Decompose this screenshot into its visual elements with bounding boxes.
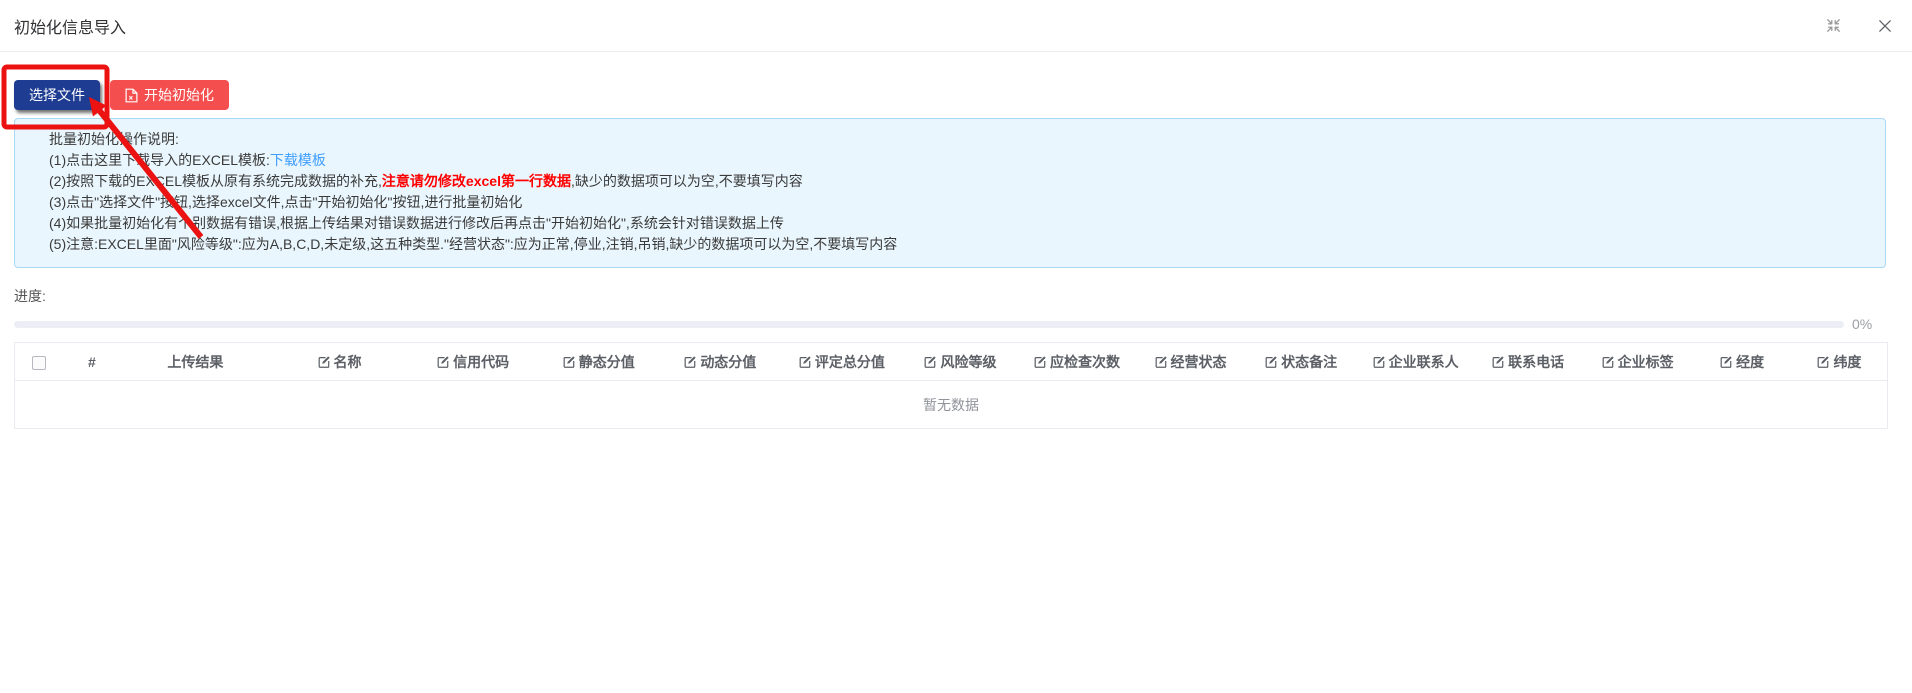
edit-icon xyxy=(1720,355,1732,368)
instruction-line-2: (2)按照下载的EXCEL模板从原有系统完成数据的补充,注意请勿修改excel第… xyxy=(49,173,803,189)
fullscreen-exit-icon[interactable] xyxy=(1824,17,1842,35)
instruction-line-1: (1)点击这里下载导入的EXCEL模板:下载模板 xyxy=(49,152,326,168)
column-label: 经度 xyxy=(1736,353,1765,370)
page-title: 初始化信息导入 xyxy=(14,19,127,37)
edit-icon xyxy=(318,355,330,368)
column-header-check-count: 应检查次数 xyxy=(1017,342,1136,381)
column-header-phone: 联系电话 xyxy=(1473,342,1582,381)
instruction-line-3: (3)点击"选择文件"按钮,选择excel文件,点击"开始初始化"按钮,进行批量… xyxy=(49,194,523,210)
start-init-label: 开始初始化 xyxy=(144,87,214,103)
instruction-line-5: (5)注意:EXCEL里面"风险等级":应为A,B,C,D,未定级,这五种类型.… xyxy=(49,236,898,252)
select-file-button[interactable]: 选择文件 xyxy=(14,80,100,110)
column-header-seq: # xyxy=(62,342,121,381)
column-header-business-status: 经营状态 xyxy=(1135,342,1245,381)
instruction-line-4: (4)如果批量初始化有个别数据有错误,根据上传结果对错误数据进行修改后再点击"开… xyxy=(49,215,784,231)
column-header-total-score: 评定总分值 xyxy=(780,342,903,381)
edit-icon xyxy=(1602,355,1614,368)
column-header-name: 名称 xyxy=(269,342,409,381)
download-template-link[interactable]: 下载模板 xyxy=(270,152,326,168)
column-label: 上传结果 xyxy=(167,353,224,370)
empty-cell: 暂无数据 xyxy=(923,396,979,413)
column-label: 状态备注 xyxy=(1281,353,1338,370)
column-header-longitude: 经度 xyxy=(1692,342,1791,381)
column-header-upload-result: 上传结果 xyxy=(120,342,270,381)
progress-label: 进度: xyxy=(14,288,46,304)
toolbar: 选择文件 开始初始化 xyxy=(0,52,1912,110)
column-header-contact: 企业联系人 xyxy=(1356,342,1474,381)
column-label: 联系电话 xyxy=(1508,353,1565,370)
column-label: 企业联系人 xyxy=(1388,353,1459,370)
edit-icon xyxy=(1155,355,1167,368)
edit-icon xyxy=(1818,355,1830,368)
close-icon[interactable] xyxy=(1876,17,1894,35)
edit-icon xyxy=(799,355,811,368)
progress-percent: 0% xyxy=(1852,316,1873,332)
table-header-row: # 上传结果 名称 信用代码 静态分值 动态分值 评定总分值 风险等级 应检查次数 经营状态 状态备… xyxy=(14,342,1888,381)
edit-icon xyxy=(684,355,696,368)
column-label: 应检查次数 xyxy=(1050,353,1121,370)
column-label: 评定总分值 xyxy=(814,353,885,370)
result-table-wrap: # 上传结果 名称 信用代码 静态分值 动态分值 评定总分值 风险等级 应检查次数 经营状态 状态备… xyxy=(14,342,1888,429)
column-header-checkbox xyxy=(14,342,63,381)
column-header-latitude: 纬度 xyxy=(1790,342,1888,381)
column-label: 静态分值 xyxy=(578,353,635,370)
column-header-dynamic-score: 动态分值 xyxy=(659,342,781,381)
excel-file-icon xyxy=(125,88,138,103)
dialog-header: 初始化信息导入 xyxy=(0,0,1912,52)
edit-icon xyxy=(1492,355,1504,368)
column-label: 经营状态 xyxy=(1170,353,1227,370)
result-table: # 上传结果 名称 信用代码 静态分值 动态分值 评定总分值 风险等级 应检查次数 经营状态 状态备… xyxy=(14,342,1888,429)
instructions-box: 批量初始化操作说明: (1)点击这里下载导入的EXCEL模板:下载模板 (2)按… xyxy=(14,118,1886,268)
start-init-button[interactable]: 开始初始化 xyxy=(110,80,229,110)
column-header-tags: 企业标签 xyxy=(1581,342,1693,381)
edit-icon xyxy=(563,355,575,368)
edit-icon xyxy=(1373,355,1385,368)
column-header-risk-level: 风险等级 xyxy=(902,342,1018,381)
do-not-modify-warning: 注意请勿修改excel第一行数据 xyxy=(381,173,571,189)
column-header-static-score: 静态分值 xyxy=(536,342,660,381)
column-label: 纬度 xyxy=(1833,353,1862,370)
progress-track xyxy=(14,320,1844,328)
empty-row: 暂无数据 xyxy=(15,381,1888,429)
edit-icon xyxy=(1265,355,1277,368)
edit-icon xyxy=(925,355,937,368)
progress-bar: 0% xyxy=(14,316,1880,332)
column-label: 名称 xyxy=(333,353,362,370)
column-header-status-remark: 状态备注 xyxy=(1244,342,1357,381)
edit-icon xyxy=(1034,355,1046,368)
column-label: 信用代码 xyxy=(453,353,510,370)
import-dialog: 初始化信息导入 选择文件 开始初始化 批量初始化操作说明: (1)点击这里下载导… xyxy=(0,0,1912,693)
column-header-credit-code: 信用代码 xyxy=(408,342,537,381)
select-all-checkbox[interactable] xyxy=(31,355,46,370)
column-label: 风险等级 xyxy=(940,353,997,370)
instructions-heading: 批量初始化操作说明: xyxy=(49,131,179,147)
column-label: 企业标签 xyxy=(1617,353,1674,370)
column-label: 动态分值 xyxy=(700,353,757,370)
edit-icon xyxy=(437,355,449,368)
column-label: # xyxy=(87,353,96,370)
